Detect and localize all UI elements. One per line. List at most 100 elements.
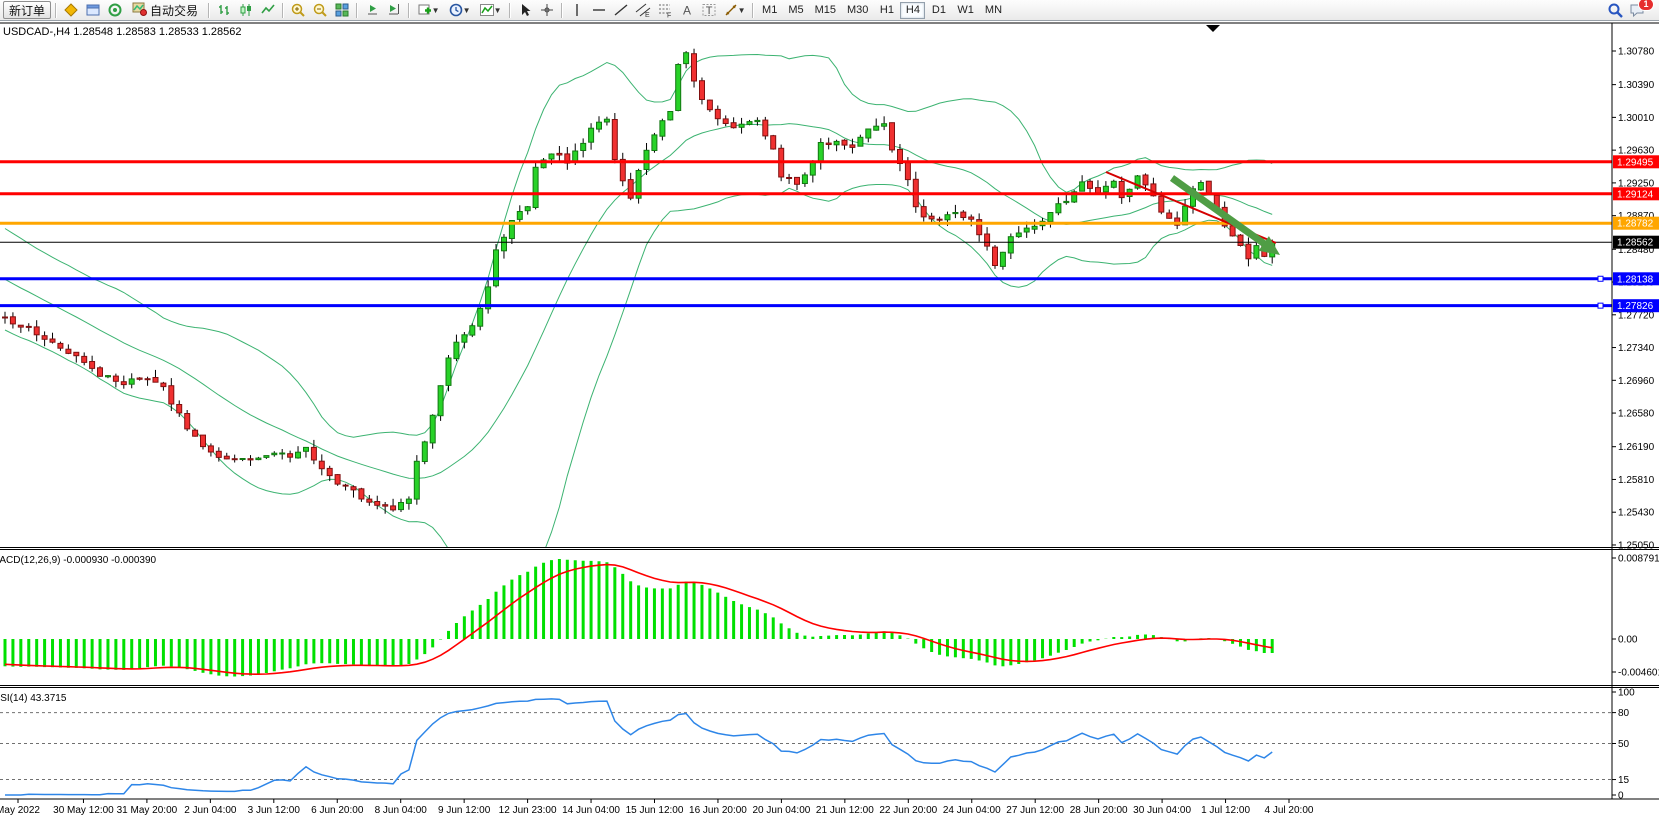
timeframe-M1[interactable]: M1 [757, 2, 782, 19]
candle [335, 475, 340, 485]
candle [430, 415, 435, 443]
search-icon[interactable] [1605, 1, 1626, 19]
candle [1032, 226, 1037, 229]
navigator-icon[interactable] [104, 1, 125, 19]
timeframe-M5[interactable]: M5 [783, 2, 808, 19]
candle [18, 325, 23, 327]
candle [26, 326, 31, 327]
candle [953, 213, 958, 214]
indicators-button[interactable]: ▼ [475, 1, 505, 19]
price-chart[interactable]: USDCAD-,H4 1.28548 1.28583 1.28533 1.285… [0, 22, 1659, 827]
candle [700, 81, 705, 100]
price-tick-label: 1.26960 [1618, 376, 1655, 387]
candle [224, 456, 229, 459]
equidistant-channel-icon[interactable]: E [632, 1, 653, 19]
macd-axis-label: 0.00 [1618, 635, 1638, 646]
candle [890, 123, 895, 150]
time-axis-label: 20 Jun 04:00 [752, 805, 810, 816]
line-handle[interactable] [1598, 276, 1603, 281]
toolbar-separator [282, 3, 283, 18]
price-tick-label: 1.25810 [1618, 475, 1655, 486]
price-label: 1.28138 [1617, 274, 1654, 285]
cursor-icon[interactable] [514, 1, 535, 19]
new-chart-button[interactable]: ▼ [413, 1, 443, 19]
svg-text:T: T [705, 5, 712, 17]
periods-button[interactable]: ▼ [444, 1, 474, 19]
candle [232, 459, 237, 460]
time-axis-label: 22 Jun 20:00 [879, 805, 937, 816]
time-axis-label: 6 Jun 20:00 [311, 805, 364, 816]
candle [327, 468, 332, 475]
candle [937, 219, 942, 220]
new-order-button[interactable]: 新订单 [3, 1, 51, 19]
text-label-icon[interactable]: T [698, 1, 719, 19]
candle [343, 485, 348, 486]
candle [399, 503, 404, 510]
timeframe-M15[interactable]: M15 [810, 2, 841, 19]
time-axis[interactable]: May 202230 May 12:0031 May 20:002 Jun 04… [0, 799, 1314, 816]
candle [161, 383, 166, 387]
price-tick-label: 1.25430 [1618, 508, 1655, 519]
horizontal-line-icon[interactable] [588, 1, 609, 19]
bar-chart-icon[interactable] [213, 1, 234, 19]
candle [731, 123, 736, 128]
timeframe-H1[interactable]: H1 [874, 2, 899, 19]
candle [121, 382, 126, 385]
candle [58, 343, 63, 348]
candle [969, 217, 974, 219]
vertical-line-icon[interactable] [566, 1, 587, 19]
arrows-icon[interactable]: ▼ [720, 1, 748, 19]
data-window-icon[interactable] [82, 1, 103, 19]
candle [604, 119, 609, 122]
auto-scroll-icon[interactable] [361, 1, 382, 19]
rsi-axis-label: 50 [1618, 739, 1630, 750]
candle [470, 326, 475, 335]
rsi-axis-label: 100 [1618, 688, 1635, 699]
candle [858, 137, 863, 146]
candle [850, 145, 855, 148]
tile-windows-icon[interactable] [331, 1, 352, 19]
candle [826, 143, 831, 144]
timeframe-MN[interactable]: MN [980, 2, 1007, 19]
candlestick-chart-icon[interactable] [235, 1, 256, 19]
timeframe-D1[interactable]: D1 [926, 2, 951, 19]
crosshair-icon[interactable] [536, 1, 557, 19]
zoom-in-icon[interactable] [287, 1, 308, 19]
candle [549, 154, 554, 159]
time-axis-label: 4 Jul 20:00 [1265, 805, 1314, 816]
text-icon[interactable]: A [676, 1, 697, 19]
trendline-icon[interactable] [610, 1, 631, 19]
autotrading-button[interactable]: 自动交易 [126, 1, 204, 19]
time-axis-label: 14 Jun 04:00 [562, 805, 620, 816]
price-axis[interactable]: 1.307801.303901.300101.296301.292501.288… [1612, 47, 1659, 802]
svg-text:F: F [667, 13, 671, 19]
zoom-out-icon[interactable] [309, 1, 330, 19]
candle [248, 459, 253, 460]
chart-shift-marker[interactable] [1206, 25, 1220, 32]
candle [517, 212, 522, 220]
candle [82, 356, 87, 362]
candle [1048, 213, 1053, 222]
chart-shift-icon[interactable] [383, 1, 404, 19]
candle [272, 453, 277, 455]
notification-badge: 1 [1638, 0, 1654, 11]
candle [98, 368, 103, 377]
timeframe-M30[interactable]: M30 [842, 2, 873, 19]
candle [280, 453, 285, 454]
toolbar-separator [509, 3, 510, 18]
candle [391, 506, 396, 510]
candle [723, 119, 728, 124]
line-chart-icon[interactable] [257, 1, 278, 19]
notifications-icon[interactable]: 1 [1627, 1, 1648, 19]
candle [612, 120, 617, 160]
line-handle[interactable] [1598, 303, 1603, 308]
timeframe-W1[interactable]: W1 [952, 2, 979, 19]
candle [319, 461, 324, 469]
timeframe-H4[interactable]: H4 [900, 2, 925, 19]
price-tick-label: 1.30780 [1618, 47, 1655, 58]
market-watch-icon[interactable] [60, 1, 81, 19]
timeframe-toolbar: M1M5M15M30H1H4D1W1MN [757, 2, 1007, 19]
candle [1088, 181, 1093, 188]
candle [1024, 228, 1029, 232]
fibonacci-icon[interactable]: F [654, 1, 675, 19]
